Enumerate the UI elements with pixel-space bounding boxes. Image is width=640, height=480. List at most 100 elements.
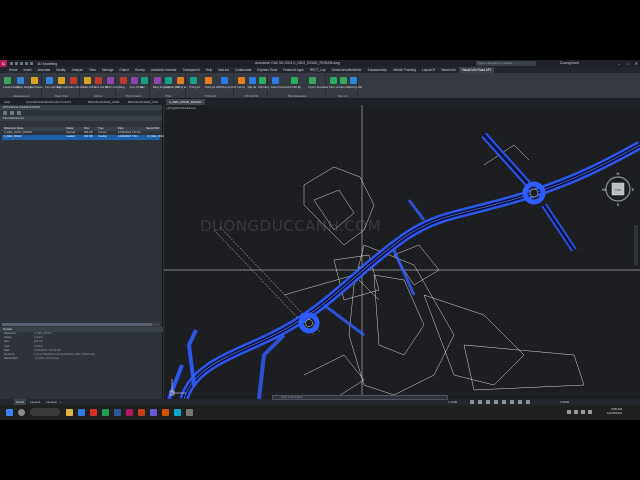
ribbon-tool-icon[interactable]: [190, 77, 197, 84]
undo-icon[interactable]: [25, 62, 28, 65]
ribbon-tool-label[interactable]: Profile Bg: [290, 86, 301, 89]
ribbon-tool-icon[interactable]: [290, 77, 298, 84]
ribbon-tool-label[interactable]: Tạo bv: [237, 86, 245, 89]
ribbon-tool-icon[interactable]: [340, 77, 347, 84]
compass-north[interactable]: N: [617, 171, 620, 176]
ribbon-tool-icon[interactable]: [220, 77, 228, 84]
help-icon[interactable]: [17, 111, 21, 115]
ribbon-tool-label[interactable]: Data Properties: [271, 86, 289, 89]
ribbon-tool-label[interactable]: Import Templates: [308, 86, 328, 89]
ribbon-group-label[interactable]: Đã Đo: [82, 95, 115, 98]
refresh-icon[interactable]: [10, 111, 14, 115]
ribbon-tool-label[interactable]: Hướng dẫn: [349, 86, 362, 89]
edge-icon[interactable]: [78, 409, 85, 416]
ribbon-tool-icon[interactable]: [259, 77, 267, 84]
ribbon-tool-label[interactable]: Cập nhật: [339, 86, 350, 89]
ribbon-tool-icon[interactable]: [165, 77, 173, 84]
ribbon-tool-label[interactable]: Thống kê khối: [220, 86, 236, 89]
redo-icon[interactable]: [30, 62, 33, 65]
ribbon-tool-icon[interactable]: [154, 77, 161, 84]
new-icon[interactable]: [10, 62, 13, 65]
workspace-selector[interactable]: 3D Modeling: [37, 62, 57, 66]
ribbon-tool-icon[interactable]: [176, 77, 184, 84]
ribbon-tool-icon[interactable]: [205, 77, 213, 84]
close-icon[interactable]: ✕: [635, 61, 638, 66]
ribbon-tool-icon[interactable]: [17, 77, 25, 84]
excel-icon[interactable]: [102, 409, 109, 416]
powerpoint-icon[interactable]: [138, 409, 145, 416]
open-icon[interactable]: [15, 62, 18, 65]
ribbon-group-label[interactable]: Thống kê: [188, 95, 233, 98]
ribbon-tool-label[interactable]: Thống kê: [189, 86, 200, 89]
drawing-viewport[interactable]: TOP N W E S [-][Top][2D Wireframe] DUONG…: [164, 105, 640, 399]
ribbon-group-label[interactable]: Main chart: [44, 95, 79, 98]
wifi-icon[interactable]: [574, 410, 578, 414]
customize-menu-icon[interactable]: [526, 400, 530, 404]
search-input[interactable]: Type a keyword or phrase: [476, 61, 536, 66]
ribbon-tool-label[interactable]: Thống kê: [176, 86, 187, 89]
ribbon-tool-label[interactable]: Chỉnh cống: [106, 86, 119, 89]
ribbon-tool-icon[interactable]: [95, 77, 103, 84]
viewcube-top-label[interactable]: TOP: [615, 188, 621, 192]
command-line-input[interactable]: Type a command: [272, 395, 448, 400]
ribbon-tool-label[interactable]: Kiểm tra: [329, 86, 339, 89]
ribbon-group-label[interactable]: Management: [2, 95, 41, 98]
ribbon-tool-icon[interactable]: [130, 77, 138, 84]
ribbon-tool-icon[interactable]: [238, 77, 245, 84]
polar-toggle-icon[interactable]: [494, 400, 498, 404]
ribbon-tool-icon[interactable]: [106, 77, 114, 84]
workspace-gear-icon[interactable]: [518, 400, 522, 404]
ribbon-tool-icon[interactable]: [120, 77, 127, 84]
navigation-bar[interactable]: [634, 225, 638, 265]
compass-east[interactable]: E: [632, 187, 635, 192]
settings-icon[interactable]: [186, 409, 193, 416]
ribbon-group-label[interactable]: Thành thành: [118, 95, 149, 98]
minimize-icon[interactable]: –: [618, 61, 620, 66]
ribbon-tool-label[interactable]: Mặt cắt: [248, 86, 257, 89]
ribbon-tool-icon[interactable]: [84, 77, 91, 84]
ribbon-tool-label[interactable]: Thống kê trắc: [204, 86, 220, 89]
ribbon-group-label[interactable]: BV 2D/3D: [236, 95, 267, 98]
ribbon-tool-icon[interactable]: [30, 77, 38, 84]
ortho-toggle-icon[interactable]: [486, 400, 490, 404]
ribbon-tool-icon[interactable]: [350, 77, 357, 84]
ribbon-tool-icon[interactable]: [272, 77, 279, 84]
ribbon-tool-icon[interactable]: [330, 77, 337, 84]
taskbar-search-input[interactable]: [30, 408, 60, 416]
ribbon-tool-icon[interactable]: [70, 77, 77, 84]
maximize-icon[interactable]: □: [626, 61, 628, 66]
osnap-toggle-icon[interactable]: [502, 400, 506, 404]
ribbon-tool-icon[interactable]: [309, 77, 317, 84]
save-icon[interactable]: [20, 62, 23, 65]
ribbon-group-label[interactable]: Bản Managers: [270, 95, 325, 98]
ribbon-tool-icon[interactable]: [58, 77, 65, 84]
ribbon-tool-icon[interactable]: [141, 77, 149, 84]
ribbon-tool-label[interactable]: Mặt bằng: [258, 86, 269, 89]
windows-start-icon[interactable]: [6, 409, 13, 416]
ribbon-tool-icon[interactable]: [46, 77, 53, 84]
grid-toggle-icon[interactable]: [470, 400, 474, 404]
drawing-canvas[interactable]: TOP N W E S: [164, 105, 640, 399]
recorder-icon[interactable]: [162, 409, 169, 416]
teams-icon[interactable]: [150, 409, 157, 416]
table-row[interactable]: 0_DEG_ROAD Loaded 204 KB Overlay 12/26/2022 …: [2, 135, 166, 140]
ribbon-tool-label[interactable]: Cọc: [140, 86, 145, 89]
ribbon-tool-label[interactable]: Bảng: [119, 86, 125, 89]
search-icon[interactable]: [18, 409, 25, 416]
ribbon-tool-icon[interactable]: [4, 77, 11, 84]
ribbon-tool-label[interactable]: Tool Space: [30, 86, 43, 89]
battery-icon[interactable]: [588, 410, 592, 414]
chevron-up-icon[interactable]: [567, 410, 571, 414]
civil3d-taskbar-icon[interactable]: [126, 409, 133, 416]
ribbon-tool-label[interactable]: Add mặt cắt: [69, 86, 83, 89]
volume-icon[interactable]: [581, 410, 585, 414]
file-explorer-icon[interactable]: [66, 409, 73, 416]
ribbon-group-label[interactable]: Tiện ích: [328, 95, 357, 98]
clock[interactable]: 4:58 AM 12/26/2022: [607, 407, 622, 415]
zalo-icon[interactable]: [174, 409, 181, 416]
compass-west[interactable]: W: [602, 187, 606, 192]
ribbon-group-label[interactable]: Khác: [152, 95, 185, 98]
app-logo[interactable]: C: [0, 60, 7, 67]
annotation-icon[interactable]: [510, 400, 514, 404]
attach-dwg-icon[interactable]: [3, 111, 7, 115]
